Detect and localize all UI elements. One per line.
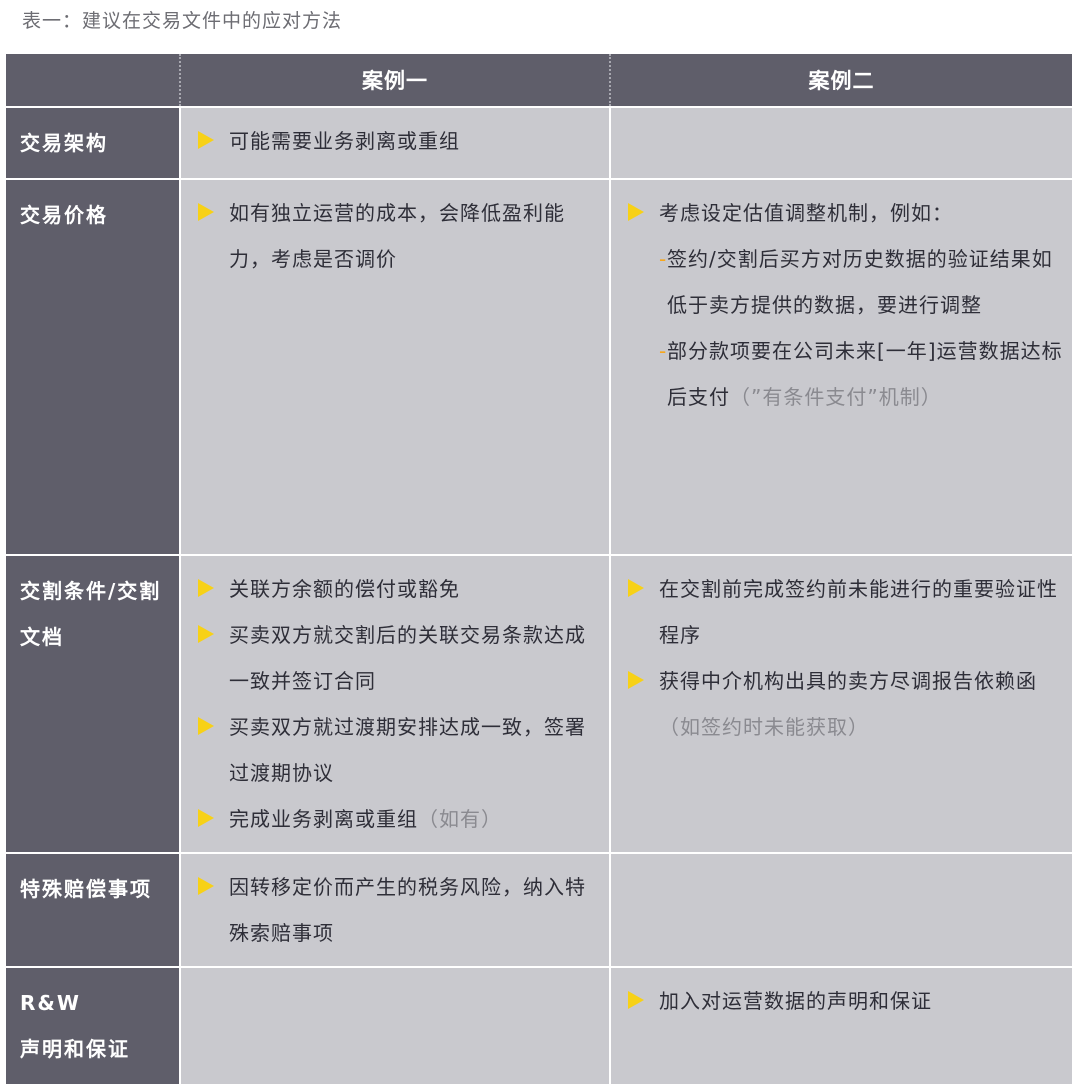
row-label-indemnity: 特殊赔偿事项 <box>6 853 180 967</box>
cell-rw-case1 <box>179 967 610 1084</box>
header-case1: 案例一 <box>179 54 610 107</box>
list-item: 可能需要业务剥离或重组 <box>181 118 601 164</box>
header-case2: 案例二 <box>609 54 1072 107</box>
cell-closing-case2: 在交割前完成签约前未能进行的重要验证性程序 获得中介机构出具的卖方尽调报告依赖函… <box>609 555 1072 853</box>
cell-indemnity-case1: 因转移定价而产生的税务风险，纳入特殊索赔事项 <box>179 853 610 967</box>
triangle-bullet-icon <box>628 671 644 689</box>
cell-rw-case2: 加入对运营数据的声明和保证 <box>609 967 1072 1084</box>
row-label-closing: 交割条件/交割文档 <box>6 555 180 853</box>
sub-item: - 部分款项要在公司未来[一年]运营数据达标后支付（”有条件支付”机制） <box>611 328 1064 420</box>
list-item: 如有独立运营的成本，会降低盈利能力，考虑是否调价 <box>181 190 601 282</box>
triangle-bullet-icon <box>198 809 214 827</box>
list-item: 因转移定价而产生的税务风险，纳入特殊索赔事项 <box>181 864 601 956</box>
triangle-bullet-icon <box>198 579 214 597</box>
list-item: 考虑设定估值调整机制，例如： <box>611 190 1064 236</box>
table-row: R&W 声明和保证 加入对运营数据的声明和保证 <box>6 967 1072 1084</box>
row-label-rw-line2: 声明和保证 <box>20 1037 130 1061</box>
list-item: 买卖双方就交割后的关联交易条款达成一致并签订合同 <box>181 612 601 704</box>
triangle-bullet-icon <box>628 579 644 597</box>
triangle-bullet-icon <box>198 203 214 221</box>
cell-price-case2: 考虑设定估值调整机制，例如： - 签约/交割后买方对历史数据的验证结果如低于卖方… <box>609 179 1072 555</box>
header-corner <box>6 54 180 107</box>
triangle-bullet-icon <box>198 131 214 149</box>
list-item: 关联方余额的偿付或豁免 <box>181 566 601 612</box>
triangle-bullet-icon <box>628 203 644 221</box>
list-item: 加入对运营数据的声明和保证 <box>611 978 1064 1024</box>
row-label-rw: R&W 声明和保证 <box>6 967 180 1084</box>
sub-item: - 签约/交割后买方对历史数据的验证结果如低于卖方提供的数据，要进行调整 <box>611 236 1064 328</box>
row-label-structure: 交易架构 <box>6 107 180 179</box>
table-row: 特殊赔偿事项 因转移定价而产生的税务风险，纳入特殊索赔事项 <box>6 853 1072 967</box>
list-item: 买卖双方就过渡期安排达成一致，签署过渡期协议 <box>181 704 601 796</box>
table-row: 交易价格 如有独立运营的成本，会降低盈利能力，考虑是否调价 考虑设定估值调整机制… <box>6 179 1072 555</box>
triangle-bullet-icon <box>198 717 214 735</box>
table-caption: 表一：建议在交易文件中的应对方法 <box>22 10 343 32</box>
cell-closing-case1: 关联方余额的偿付或豁免 买卖双方就交割后的关联交易条款达成一致并签订合同 买卖双… <box>179 555 610 853</box>
dash-bullet-icon: - <box>659 339 668 363</box>
list-item: 获得中介机构出具的卖方尽调报告依赖函（如签约时未能获取） <box>611 658 1064 750</box>
cell-structure-case2 <box>609 107 1072 179</box>
triangle-bullet-icon <box>628 991 644 1009</box>
dash-bullet-icon: - <box>659 247 668 271</box>
list-item: 完成业务剥离或重组（如有） <box>181 796 601 842</box>
header-row: 案例一 案例二 <box>6 54 1072 107</box>
triangle-bullet-icon <box>198 877 214 895</box>
list-item: 在交割前完成签约前未能进行的重要验证性程序 <box>611 566 1064 658</box>
table-row: 交割条件/交割文档 关联方余额的偿付或豁免 买卖双方就交割后的关联交易条款达成一… <box>6 555 1072 853</box>
row-label-price: 交易价格 <box>6 179 180 555</box>
cell-structure-case1: 可能需要业务剥离或重组 <box>179 107 610 179</box>
triangle-bullet-icon <box>198 625 214 643</box>
cell-price-case1: 如有独立运营的成本，会降低盈利能力，考虑是否调价 <box>179 179 610 555</box>
table-row: 交易架构 可能需要业务剥离或重组 <box>6 107 1072 179</box>
cell-indemnity-case2 <box>609 853 1072 967</box>
recommendation-table: 案例一 案例二 交易架构 可能需要业务剥离或重组 交易价格 如有独立运营的成本，… <box>6 54 1072 1084</box>
row-label-rw-line1: R&W <box>20 991 81 1015</box>
